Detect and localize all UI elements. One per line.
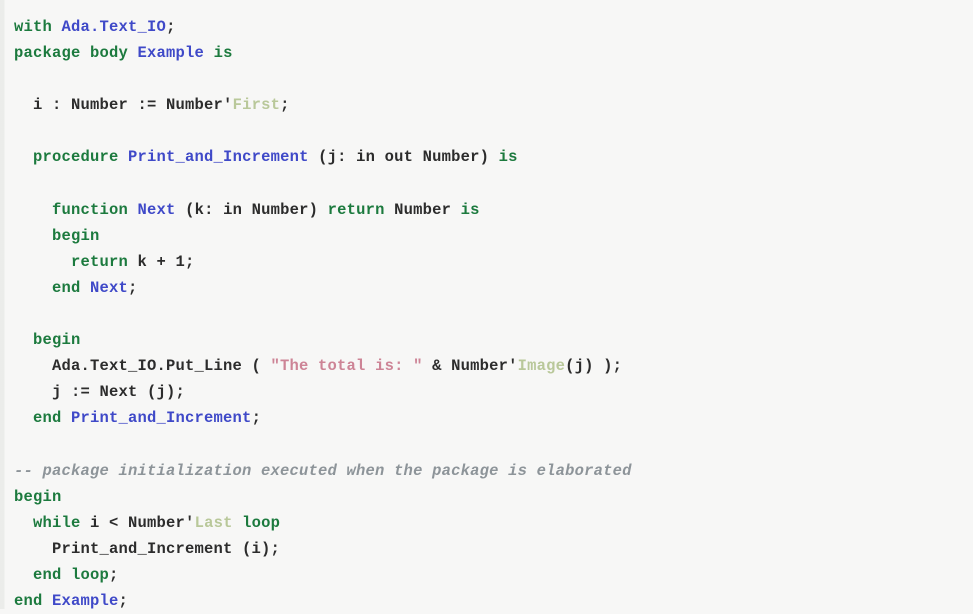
code-token-plain: k + 1; <box>128 252 195 271</box>
code-token-id: Example <box>137 44 205 63</box>
code-line: end Example; <box>0 588 973 614</box>
code-token-plain: Print_and_Increment (i); <box>14 539 281 558</box>
code-line: end Next; <box>0 275 973 301</box>
code-line: begin <box>0 327 973 353</box>
code-token-kw: with <box>14 18 53 36</box>
code-token-kw: function <box>14 200 129 219</box>
code-token-kw: end loop <box>14 565 110 584</box>
code-token-plain: ; <box>128 278 138 297</box>
code-line: i : Number := Number'First; <box>0 92 973 118</box>
code-token-kw: loop <box>242 513 281 532</box>
code-token-kw: is <box>460 200 480 219</box>
code-token-id: Print_and_Increment <box>128 148 309 167</box>
code-token-id: Next <box>137 200 176 219</box>
code-line: procedure Print_and_Increment (j: in out… <box>0 144 973 170</box>
code-token-plain: ; <box>251 409 262 428</box>
code-token-kw: while <box>14 513 81 532</box>
code-token-kw: package body <box>14 44 129 63</box>
code-token-kw: end <box>14 278 81 297</box>
code-token-comment: -- package initialization executed when … <box>14 461 632 480</box>
code-line: end Print_and_Increment; <box>0 405 973 431</box>
code-line: begin <box>0 484 973 510</box>
code-token-plain: ; <box>118 592 129 611</box>
code-token-id: Next <box>90 278 129 297</box>
code-line: function Next (k: in Number) return Numb… <box>0 197 973 223</box>
code-token-kw: is <box>498 148 518 167</box>
code-token-attr: Last <box>194 513 233 532</box>
code-line: Ada.Text_IO.Put_Line ( "The total is: " … <box>0 353 973 379</box>
code-token-kw: is <box>213 44 233 63</box>
code-token-kw: procedure <box>14 148 119 167</box>
code-token-attr: First <box>232 96 281 115</box>
code-line: package body Example is <box>0 40 973 66</box>
code-token-id: Ada.Text_IO <box>61 18 167 36</box>
code-token-plain: ; <box>109 565 119 584</box>
code-token-kw: return <box>14 252 129 271</box>
code-line: -- package initialization executed when … <box>0 458 973 484</box>
code-token-attr: Image <box>517 357 566 376</box>
code-token-plain: (k: in Number) <box>175 200 328 219</box>
code-token-plain: Ada.Text_IO.Put_Line ( <box>14 357 271 376</box>
code-token-plain: i < Number <box>80 513 186 532</box>
code-token-plain: & Number <box>422 357 509 376</box>
code-token-plain: ; <box>166 18 176 36</box>
code-token-plain: ' <box>223 96 233 115</box>
source-code-block: with Ada.Text_IO; package body Example is… <box>0 14 973 614</box>
code-token-plain: (j) ); <box>565 357 623 376</box>
code-token-plain: ' <box>508 357 518 376</box>
code-line: with Ada.Text_IO; <box>0 14 973 40</box>
code-token-plain: Number <box>384 200 461 219</box>
code-token-kw: end <box>14 409 62 428</box>
code-token-kw: return <box>327 200 385 219</box>
code-token-plain: i : Number := Number <box>14 96 224 115</box>
code-token-kw: end <box>14 592 43 611</box>
code-token-plain: ; <box>280 96 290 115</box>
code-listing: with Ada.Text_IO; package body Example is… <box>0 0 973 610</box>
code-line: begin <box>0 223 973 249</box>
code-token-plain: (j: in out Number) <box>308 148 499 167</box>
code-line: Print_and_Increment (i); <box>0 536 973 562</box>
code-token-plain: ' <box>185 513 195 532</box>
code-line: return k + 1; <box>0 249 973 275</box>
code-token-id: Print_and_Increment <box>71 409 252 428</box>
code-line: j := Next (j); <box>0 379 973 405</box>
code-token-kw: begin <box>14 331 81 350</box>
code-line: end loop; <box>0 562 973 588</box>
code-token-plain: j := Next (j); <box>14 383 186 402</box>
code-token-id: Example <box>52 592 119 611</box>
code-token-str: "The total is: " <box>270 357 423 376</box>
code-token-kw: begin <box>14 226 100 245</box>
code-line: while i < Number'Last loop <box>0 510 973 536</box>
code-token-kw: begin <box>14 487 62 506</box>
